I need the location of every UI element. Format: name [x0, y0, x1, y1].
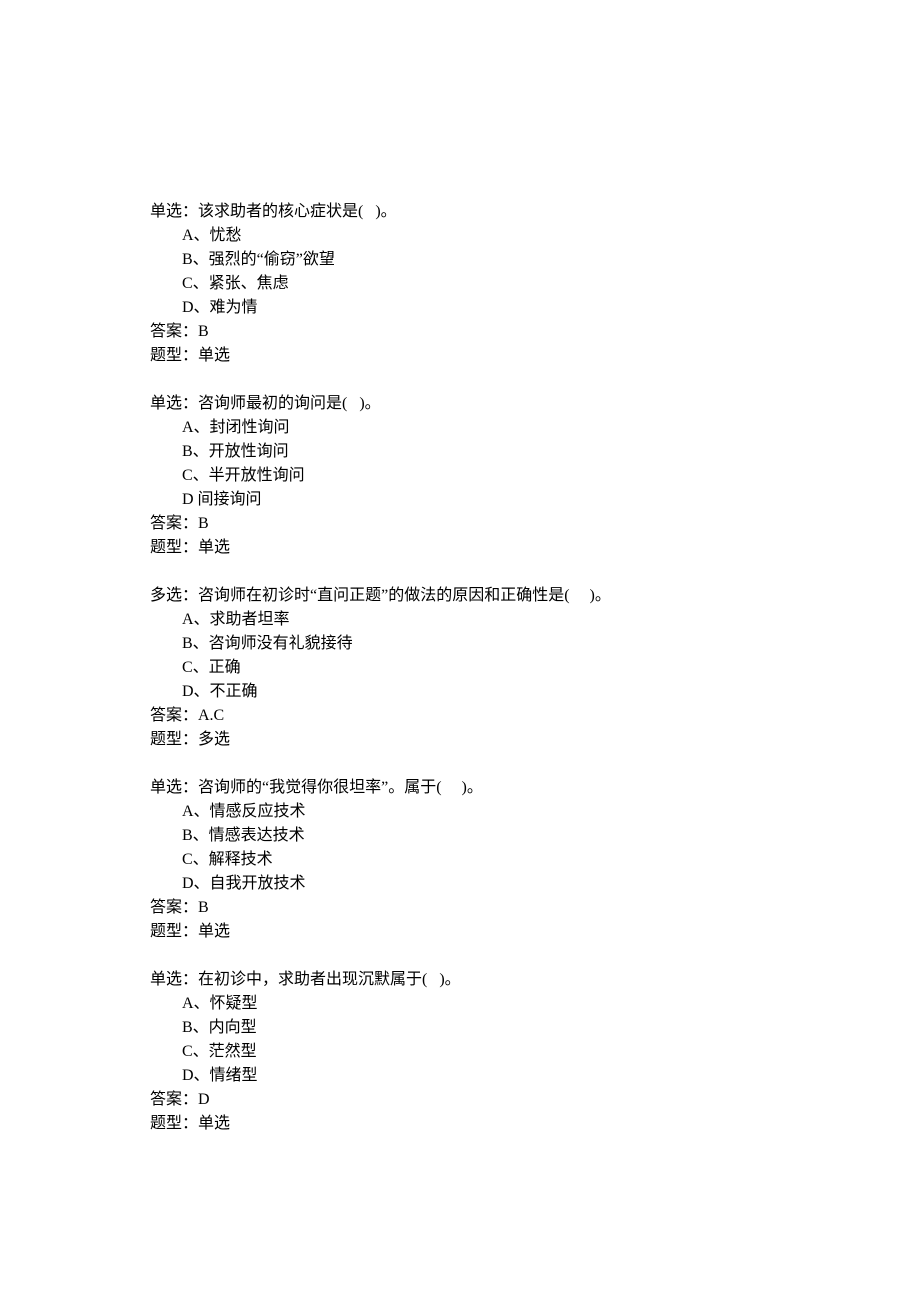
option-a: A、求助者坦率 [182, 608, 770, 632]
option-b: B、内向型 [182, 1016, 770, 1040]
document-page: 单选：该求助者的核心症状是( )。 A、忧愁 B、强烈的“偷窃”欲望 C、紧张、… [0, 0, 920, 1260]
option-c: C、紧张、焦虑 [182, 272, 770, 296]
option-c: C、正确 [182, 656, 770, 680]
option-b: B、强烈的“偷窃”欲望 [182, 248, 770, 272]
question-type-line: 题型：多选 [150, 728, 770, 752]
option-d: D 间接询问 [182, 488, 770, 512]
option-a: A、怀疑型 [182, 992, 770, 1016]
question-stem: 单选：咨询师最初的询问是( )。 [150, 392, 770, 416]
question-options: A、怀疑型 B、内向型 C、茫然型 D、情绪型 [150, 992, 770, 1088]
option-d: D、情绪型 [182, 1064, 770, 1088]
answer-line: 答案：B [150, 512, 770, 536]
answer-line: 答案：A.C [150, 704, 770, 728]
question-type-line: 题型：单选 [150, 344, 770, 368]
option-d: D、自我开放技术 [182, 872, 770, 896]
question-options: A、情感反应技术 B、情感表达技术 C、解释技术 D、自我开放技术 [150, 800, 770, 896]
question-options: A、忧愁 B、强烈的“偷窃”欲望 C、紧张、焦虑 D、难为情 [150, 224, 770, 320]
question-block: 多选：咨询师在初诊时“直问正题”的做法的原因和正确性是( )。 A、求助者坦率 … [150, 584, 770, 752]
answer-line: 答案：B [150, 320, 770, 344]
question-type-line: 题型：单选 [150, 536, 770, 560]
option-c: C、茫然型 [182, 1040, 770, 1064]
question-block: 单选：咨询师最初的询问是( )。 A、封闭性询问 B、开放性询问 C、半开放性询… [150, 392, 770, 560]
question-type-line: 题型：单选 [150, 920, 770, 944]
option-c: C、半开放性询问 [182, 464, 770, 488]
answer-line: 答案：D [150, 1088, 770, 1112]
option-a: A、情感反应技术 [182, 800, 770, 824]
question-options: A、封闭性询问 B、开放性询问 C、半开放性询问 D 间接询问 [150, 416, 770, 512]
question-block: 单选：该求助者的核心症状是( )。 A、忧愁 B、强烈的“偷窃”欲望 C、紧张、… [150, 200, 770, 368]
option-b: B、咨询师没有礼貌接待 [182, 632, 770, 656]
question-stem: 单选：咨询师的“我觉得你很坦率”。属于( )。 [150, 776, 770, 800]
option-a: A、忧愁 [182, 224, 770, 248]
question-stem: 单选：在初诊中，求助者出现沉默属于( )。 [150, 968, 770, 992]
option-d: D、不正确 [182, 680, 770, 704]
question-block: 单选：咨询师的“我觉得你很坦率”。属于( )。 A、情感反应技术 B、情感表达技… [150, 776, 770, 944]
question-type-line: 题型：单选 [150, 1112, 770, 1136]
question-options: A、求助者坦率 B、咨询师没有礼貌接待 C、正确 D、不正确 [150, 608, 770, 704]
option-b: B、情感表达技术 [182, 824, 770, 848]
answer-line: 答案：B [150, 896, 770, 920]
question-stem: 单选：该求助者的核心症状是( )。 [150, 200, 770, 224]
question-stem: 多选：咨询师在初诊时“直问正题”的做法的原因和正确性是( )。 [150, 584, 770, 608]
option-c: C、解释技术 [182, 848, 770, 872]
question-block: 单选：在初诊中，求助者出现沉默属于( )。 A、怀疑型 B、内向型 C、茫然型 … [150, 968, 770, 1136]
option-d: D、难为情 [182, 296, 770, 320]
option-a: A、封闭性询问 [182, 416, 770, 440]
option-b: B、开放性询问 [182, 440, 770, 464]
